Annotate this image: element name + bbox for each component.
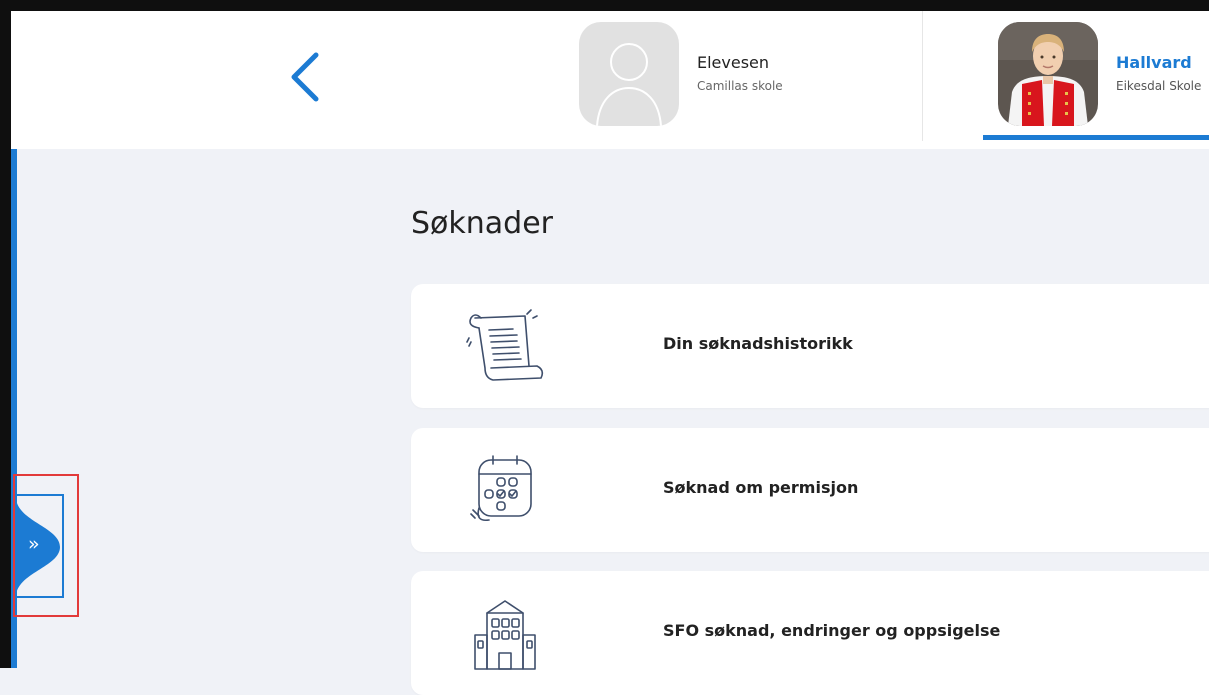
profile-card-elevesen[interactable]: Elevesen Camillas skole — [579, 11, 921, 149]
avatar-photo — [998, 22, 1098, 126]
profile-card-hallvard[interactable]: Hallvard Eikesdal Skole — [998, 11, 1209, 149]
profile-name: Elevesen — [697, 53, 770, 72]
scroll-document-icon — [466, 309, 544, 381]
card-application-history[interactable]: Din søknadshistorikk — [411, 284, 1209, 408]
profile-school: Eikesdal Skole — [1116, 79, 1202, 93]
window-frame-top — [0, 0, 1209, 11]
avatar-placeholder — [579, 22, 679, 126]
card-label: Søknad om permisjon — [663, 478, 859, 497]
person-silhouette-icon — [596, 43, 662, 126]
card-label: Din søknadshistorikk — [663, 334, 853, 353]
child-portrait-image — [998, 22, 1098, 126]
profile-switcher-header: Elevesen Camillas skole Hallvard Eikesda… — [11, 11, 1209, 149]
active-profile-indicator — [983, 135, 1209, 140]
profile-school: Camillas skole — [697, 79, 783, 93]
profile-name: Hallvard — [1116, 53, 1192, 72]
double-chevron-right-icon: » — [28, 533, 40, 555]
page-title: Søknader — [411, 206, 554, 241]
school-building-icon — [474, 600, 536, 670]
calendar-checklist-icon — [470, 455, 532, 522]
card-label: SFO søknad, endringer og oppsigelse — [663, 621, 1001, 640]
profile-divider — [922, 11, 923, 141]
back-button[interactable] — [282, 49, 330, 105]
chevron-left-icon — [291, 52, 319, 102]
sidebar-tab-shape — [16, 497, 60, 597]
card-sfo-application[interactable]: SFO søknad, endringer og oppsigelse — [411, 571, 1209, 695]
sidebar-expand-toggle[interactable]: » — [16, 497, 64, 597]
card-leave-application[interactable]: Søknad om permisjon — [411, 428, 1209, 552]
window-frame-left — [0, 0, 11, 668]
